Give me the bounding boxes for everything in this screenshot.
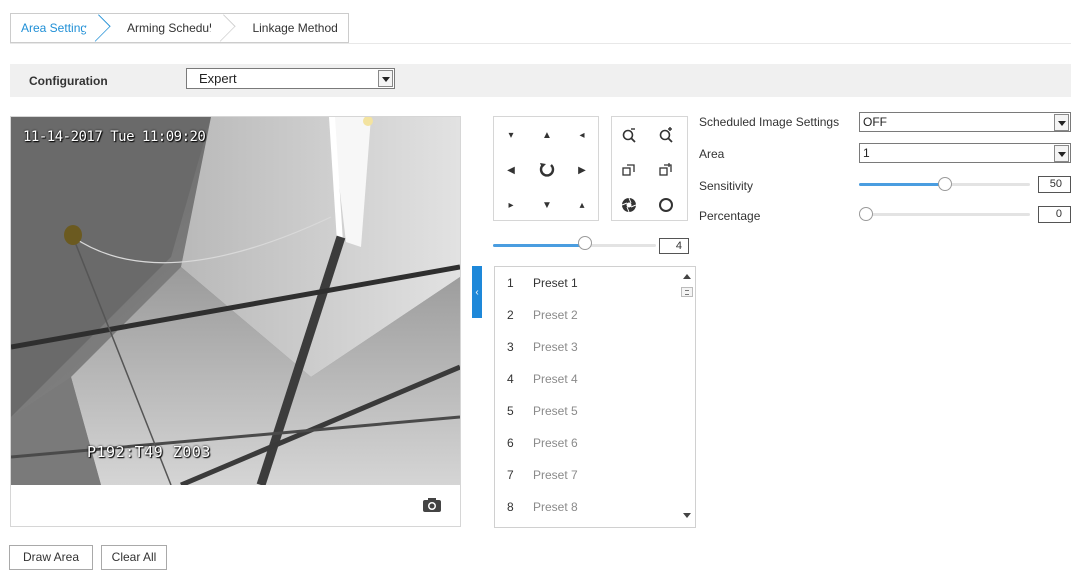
list-item[interactable]: 1 Preset 1 bbox=[495, 267, 680, 299]
chevron-left-icon: ‹ bbox=[475, 286, 479, 298]
focus-near-icon[interactable] bbox=[617, 158, 641, 182]
sensitivity-slider-handle[interactable] bbox=[938, 177, 952, 191]
sensitivity-value[interactable]: 50 bbox=[1038, 176, 1071, 193]
tab-area-settings[interactable]: Area Settings bbox=[11, 14, 111, 42]
speed-fill bbox=[493, 244, 582, 247]
tab-label: Area Settings bbox=[21, 21, 94, 35]
tab-label: Arming Schedule bbox=[127, 21, 219, 35]
preset-name: Preset 2 bbox=[533, 308, 578, 322]
camera-icon[interactable] bbox=[422, 497, 442, 513]
configuration-label: Configuration bbox=[29, 74, 108, 88]
area-label: Area bbox=[699, 147, 725, 161]
configuration-select[interactable]: Expert bbox=[186, 68, 395, 89]
list-item[interactable]: 5 Preset 5 bbox=[495, 395, 680, 427]
zoom-out-icon[interactable] bbox=[617, 123, 641, 147]
iris-close-icon[interactable] bbox=[617, 193, 641, 217]
zoom-in-icon[interactable] bbox=[654, 123, 678, 147]
preset-name: Preset 3 bbox=[533, 340, 578, 354]
tab-label: Linkage Method bbox=[252, 21, 338, 35]
focus-far-icon[interactable] bbox=[654, 158, 678, 182]
right-icon[interactable]: ▶ bbox=[570, 158, 594, 182]
list-item[interactable]: 8 Preset 8 bbox=[495, 491, 680, 523]
speed-slider-handle[interactable] bbox=[578, 236, 592, 250]
scheduled-image-settings-label: Scheduled Image Settings bbox=[699, 115, 840, 129]
sensitivity-slider[interactable] bbox=[859, 177, 1030, 192]
down-left-icon[interactable]: ▸ bbox=[499, 193, 523, 217]
preset-name: Preset 4 bbox=[533, 372, 578, 386]
percentage-slider-handle[interactable] bbox=[859, 207, 873, 221]
preset-list: 1 Preset 1 2 Preset 2 3 Preset 3 4 Preset 4 … bbox=[494, 266, 696, 528]
ptz-lens-grid bbox=[611, 116, 688, 221]
tab-arming-schedule[interactable]: Arming Schedule bbox=[117, 14, 237, 42]
live-video[interactable]: 11-14-2017 Tue 11:09:20 P192:T49 Z003 bbox=[11, 117, 460, 485]
down-icon[interactable]: ▼ bbox=[535, 193, 559, 217]
tab-bar: Area Settings Arming Schedule Linkage Me… bbox=[10, 13, 349, 43]
percentage-value[interactable]: 0 bbox=[1038, 206, 1071, 223]
list-item[interactable]: 4 Preset 4 bbox=[495, 363, 680, 395]
up-right-icon[interactable]: ◂ bbox=[570, 123, 594, 147]
tabs-divider bbox=[10, 43, 1071, 44]
ptz-speed-slider[interactable] bbox=[493, 236, 656, 250]
percentage-slider[interactable] bbox=[859, 207, 1030, 222]
chevron-down-icon[interactable] bbox=[1054, 145, 1069, 162]
up-icon[interactable]: ▲ bbox=[535, 123, 559, 147]
preset-name: Preset 8 bbox=[533, 500, 578, 514]
auto-rotate-icon[interactable] bbox=[535, 158, 559, 182]
chevron-down-icon[interactable] bbox=[378, 70, 393, 87]
chevron-down-icon[interactable] bbox=[1054, 114, 1069, 131]
preset-number: 1 bbox=[507, 276, 514, 290]
scroll-up-icon[interactable] bbox=[683, 274, 691, 279]
percentage-label: Percentage bbox=[699, 209, 761, 223]
left-icon[interactable]: ◀ bbox=[499, 158, 523, 182]
list-item[interactable]: 3 Preset 3 bbox=[495, 331, 680, 363]
scroll-thumb[interactable] bbox=[681, 287, 693, 297]
preset-name: Preset 1 bbox=[533, 276, 578, 290]
tab-linkage-method[interactable]: Linkage Method bbox=[242, 14, 347, 42]
configuration-bar: Configuration Expert bbox=[10, 64, 1071, 97]
scheduled-image-settings-value: OFF bbox=[863, 115, 887, 129]
percentage-track bbox=[859, 213, 1030, 216]
preset-number: 6 bbox=[507, 436, 514, 450]
preset-scrollbar[interactable] bbox=[679, 267, 695, 527]
list-item[interactable]: 2 Preset 2 bbox=[495, 299, 680, 331]
preset-number: 5 bbox=[507, 404, 514, 418]
preset-number: 8 bbox=[507, 500, 514, 514]
preset-number: 4 bbox=[507, 372, 514, 386]
area-select[interactable]: 1 bbox=[859, 143, 1071, 163]
collapse-panel-button[interactable]: ‹ bbox=[472, 266, 482, 318]
up-left-icon[interactable]: ▾ bbox=[499, 123, 523, 147]
list-item[interactable]: 6 Preset 6 bbox=[495, 427, 680, 459]
preset-name: Preset 7 bbox=[533, 468, 578, 482]
list-item[interactable]: 7 Preset 7 bbox=[495, 459, 680, 491]
preset-number: 7 bbox=[507, 468, 514, 482]
ptz-speed-value[interactable]: 4 bbox=[659, 238, 689, 254]
scheduled-image-settings-select[interactable]: OFF bbox=[859, 112, 1071, 132]
preset-number: 2 bbox=[507, 308, 514, 322]
scroll-down-icon[interactable] bbox=[683, 513, 691, 518]
sensitivity-fill bbox=[859, 183, 942, 186]
osd-timestamp: 11-14-2017 Tue 11:09:20 bbox=[23, 129, 206, 145]
preset-name: Preset 5 bbox=[533, 404, 578, 418]
osd-ptz-position: P192:T49 Z003 bbox=[87, 443, 211, 461]
down-right-icon[interactable]: ▴ bbox=[570, 193, 594, 217]
live-view-panel: 11-14-2017 Tue 11:09:20 P192:T49 Z003 bbox=[10, 116, 461, 527]
preset-name: Preset 6 bbox=[533, 436, 578, 450]
video-frame bbox=[11, 117, 460, 485]
preset-number: 3 bbox=[507, 340, 514, 354]
configuration-value: Expert bbox=[199, 71, 237, 86]
area-value: 1 bbox=[863, 146, 870, 160]
iris-open-icon[interactable] bbox=[654, 193, 678, 217]
sensitivity-label: Sensitivity bbox=[699, 179, 754, 193]
ptz-direction-grid: ▾ ▲ ◂ ◀ ▶ ▸ ▼ ▴ bbox=[493, 116, 599, 221]
clear-all-button[interactable]: Clear All bbox=[101, 545, 167, 570]
draw-area-button[interactable]: Draw Area bbox=[9, 545, 93, 570]
